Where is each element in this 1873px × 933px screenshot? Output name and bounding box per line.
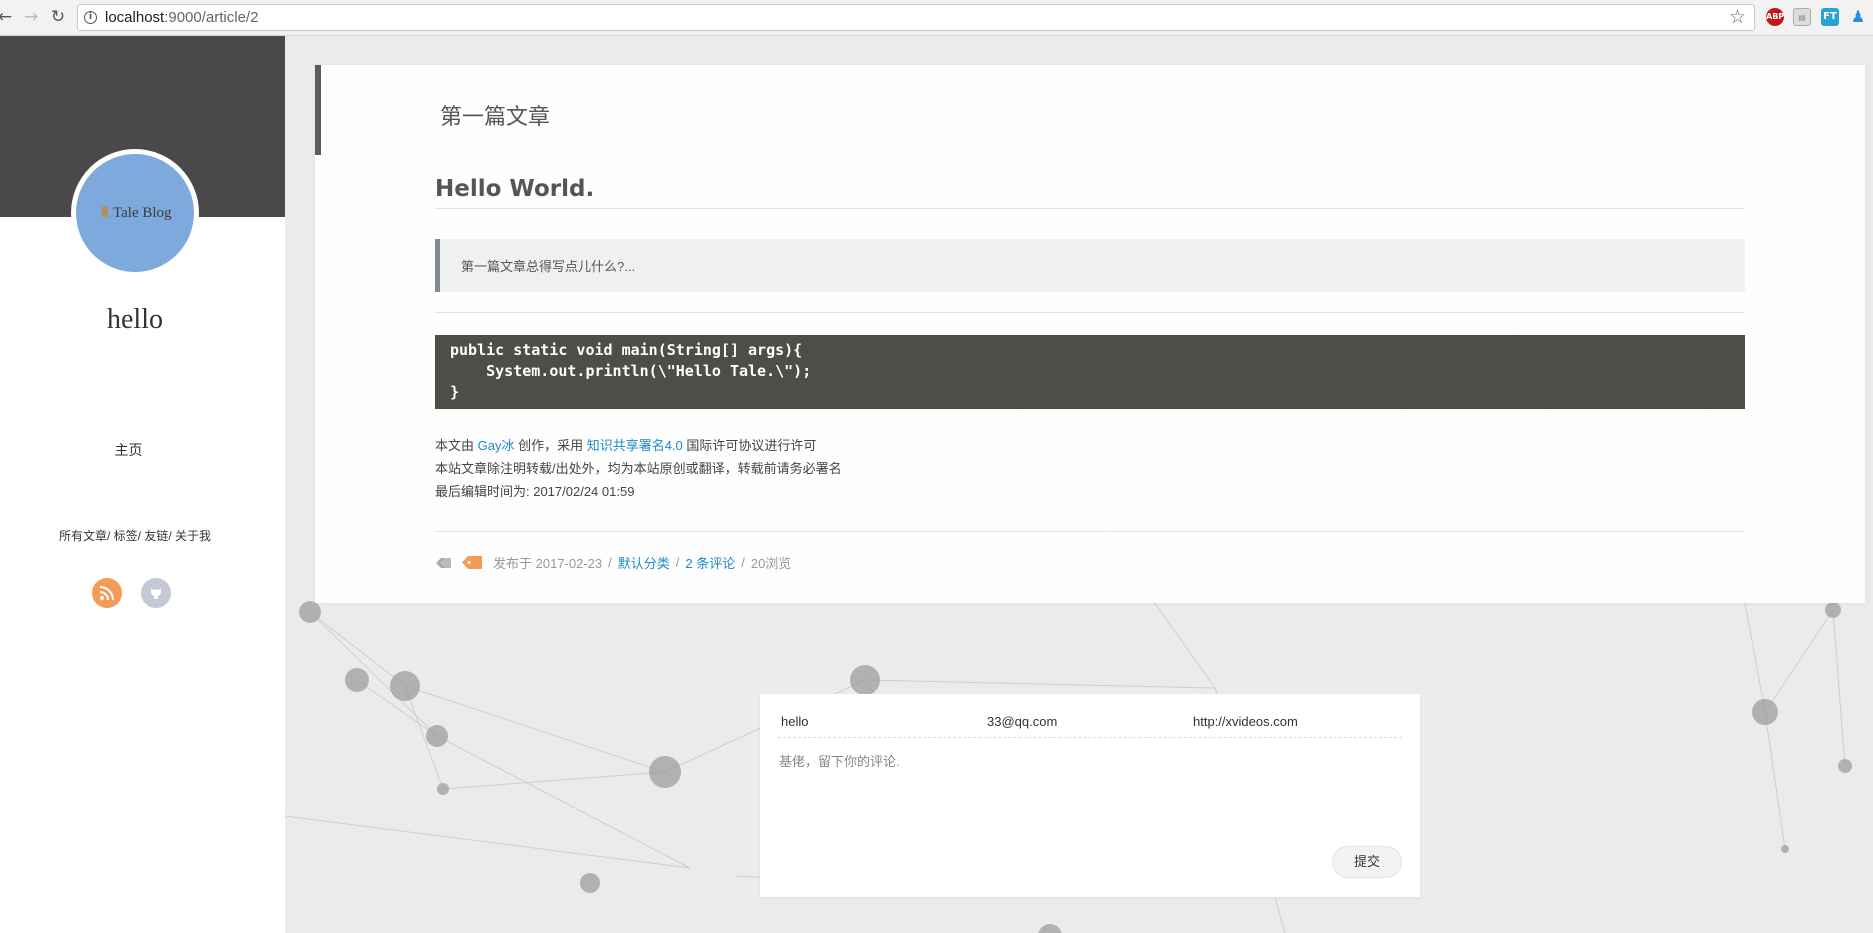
link-tags[interactable]: 标签 xyxy=(114,529,138,543)
url-text[interactable]: localhost:9000/article/2 xyxy=(105,9,258,26)
sidebar-links: 所有文章/ 标签/ 友链/ 关于我 xyxy=(58,529,212,543)
comment-textarea[interactable]: 基佬，留下你的评论. xyxy=(779,751,900,770)
name-field[interactable]: hello xyxy=(781,714,808,729)
article-accent-bar xyxy=(315,65,321,155)
post-meta: 发布于 2017-02-23 / 默认分类 / 2 条评论 / 20浏览 xyxy=(435,553,791,572)
avatar[interactable]: ♜ Tale Blog xyxy=(71,149,199,277)
avatar-logo: ♜ Tale Blog xyxy=(98,204,172,221)
reader-extension-icon[interactable]: ▤ xyxy=(1793,8,1811,26)
nav-home-link[interactable]: 主页 xyxy=(0,440,257,460)
code-block: public static void main(String[] args){ … xyxy=(435,335,1745,409)
divider xyxy=(435,531,1745,532)
tag-icon[interactable] xyxy=(461,555,483,570)
info-icon[interactable]: i xyxy=(84,11,97,24)
view-count: 20浏览 xyxy=(750,556,792,571)
site-name: hello xyxy=(107,304,163,335)
post-heading: Hello World. xyxy=(435,176,1745,209)
link-friends[interactable]: 友链 xyxy=(144,529,168,543)
submit-button[interactable]: 提交 xyxy=(1332,846,1402,878)
rss-icon[interactable] xyxy=(92,578,122,608)
tags-icon xyxy=(436,557,451,568)
browser-toolbar: ← → ↻ i localhost:9000/article/2 ☆ ABP ▤… xyxy=(0,0,1873,36)
article-title[interactable]: 第一篇文章 xyxy=(440,99,550,131)
url-field[interactable]: http://xvideos.com xyxy=(1193,714,1298,729)
license-link[interactable]: 知识共享署名4.0 xyxy=(587,438,683,453)
avatar-image: ♜ Tale Blog xyxy=(76,154,194,272)
comment-form: hello 33@qq.com http://xvideos.com 基佬，留下… xyxy=(760,694,1420,897)
reload-icon[interactable]: ↻ xyxy=(47,6,69,28)
last-edited: 最后编辑时间为: 2017/02/24 01:59 xyxy=(435,484,635,499)
sidebar: ♜ Tale Blog hello 主页 所有文章/ 标签/ 友链/ 关于我 xyxy=(0,36,285,933)
address-bar[interactable]: i localhost:9000/article/2 ☆ xyxy=(77,4,1755,31)
email-field[interactable]: 33@qq.com xyxy=(987,714,1057,729)
adblock-extension-icon[interactable]: ABP xyxy=(1766,8,1784,26)
bird-extension-icon[interactable]: ♟ xyxy=(1849,8,1867,26)
divider xyxy=(435,312,1745,313)
article-blockquote: 第一篇文章总得写点儿什么?... xyxy=(435,239,1745,292)
license-block: 本文由 Gay冰 创作，采用 知识共享署名4.0 国际许可协议进行许可 本站文章… xyxy=(435,434,842,503)
link-about[interactable]: 关于我 xyxy=(175,529,211,543)
license-line-1: 本文由 Gay冰 创作，采用 知识共享署名4.0 国际许可协议进行许可 xyxy=(435,438,817,453)
forward-arrow-icon[interactable]: → xyxy=(20,6,42,28)
link-all-articles[interactable]: 所有文章 xyxy=(59,529,107,543)
comments-link[interactable]: 2 条评论 xyxy=(685,553,735,572)
license-line-2: 本站文章除注明转载/出处外，均为本站原创或翻译，转载前请务必署名 xyxy=(435,461,842,476)
cup-icon: ♜ xyxy=(98,205,112,221)
publish-date: 发布于 2017-02-23 xyxy=(493,556,603,571)
github-icon[interactable] xyxy=(141,578,171,608)
category-link[interactable]: 默认分类 xyxy=(618,553,670,572)
bookmark-star-icon[interactable]: ☆ xyxy=(1729,6,1746,28)
ft-extension-icon[interactable]: FT xyxy=(1821,8,1839,26)
author-link[interactable]: Gay冰 xyxy=(478,438,515,453)
form-divider xyxy=(778,737,1402,738)
article-card: 第一篇文章 Hello World. 第一篇文章总得写点儿什么?... publ… xyxy=(315,65,1865,603)
back-arrow-icon[interactable]: ← xyxy=(0,6,16,28)
